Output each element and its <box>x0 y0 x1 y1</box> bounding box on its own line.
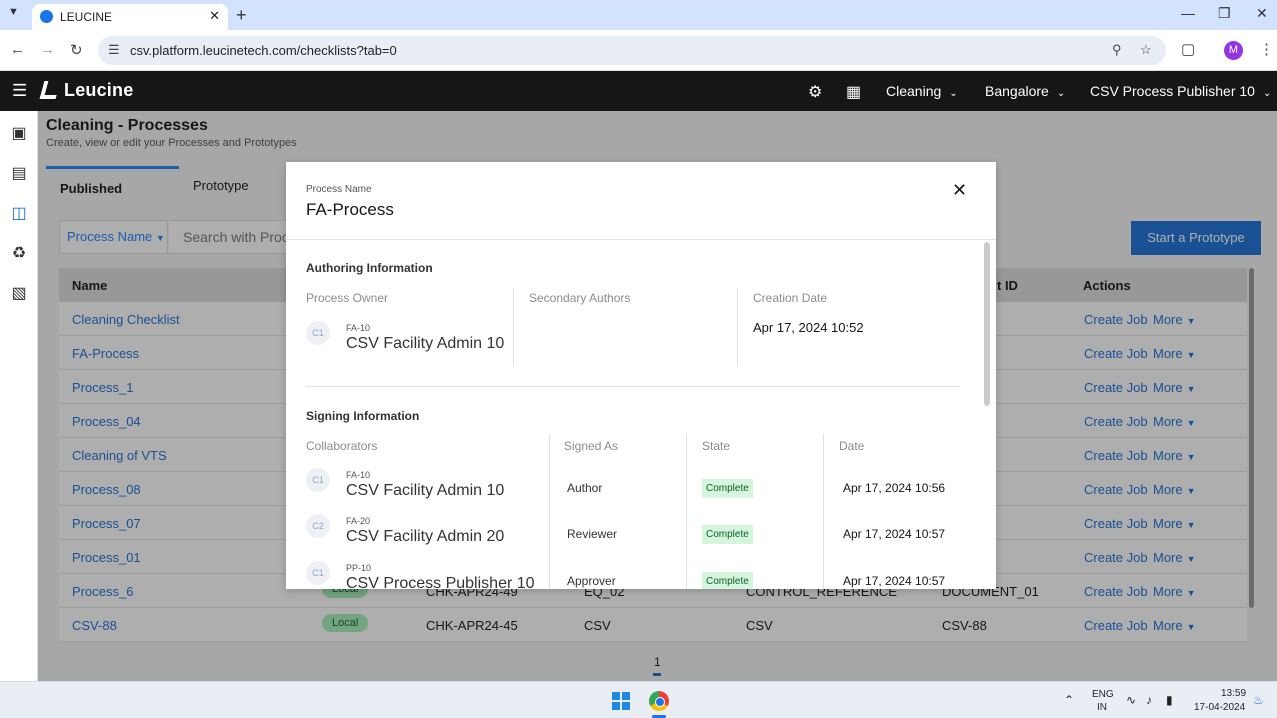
signed-date: Apr 17, 2024 10:57 <box>843 574 946 588</box>
state-column-header: State <box>702 439 731 453</box>
avatar: C1 <box>306 321 330 345</box>
collaborator-id: FA-20 <box>346 516 371 526</box>
tab-search-icon[interactable]: ▼ <box>8 6 19 18</box>
language-bottom[interactable]: IN <box>1097 702 1107 713</box>
clock-time[interactable]: 13:59 <box>1221 688 1246 699</box>
status-badge: Complete <box>702 479 753 498</box>
owner-name: CSV Facility Admin 10 <box>346 335 505 352</box>
creation-date-label: Creation Date <box>753 291 828 305</box>
new-tab-icon[interactable]: + <box>236 5 247 26</box>
browser-menu-icon[interactable]: ⋮ <box>1259 40 1274 58</box>
notification-bell-icon[interactable]: ♨ <box>1253 693 1264 707</box>
secondary-authors-label: Secondary Authors <box>529 291 631 305</box>
collaborator-name: CSV Facility Admin 20 <box>346 528 505 545</box>
profile-avatar[interactable]: M <box>1224 41 1243 60</box>
process-info-modal: Process Name FA-Process ✕ Authoring Info… <box>286 162 996 589</box>
status-badge: Complete <box>702 572 753 589</box>
status-badge: Complete <box>702 525 753 544</box>
omnibox[interactable]: ☰ csv.platform.leucinetech.com/checklist… <box>98 36 1166 65</box>
favicon-icon <box>40 10 53 23</box>
chrome-icon[interactable] <box>649 691 669 711</box>
column-divider <box>549 434 550 589</box>
signed-as-value: Author <box>567 481 603 495</box>
maximize-icon[interactable]: ❐ <box>1218 5 1231 22</box>
site-info-icon[interactable]: ☰ <box>108 42 120 58</box>
settings-gear-icon[interactable]: ⚙ <box>808 82 822 102</box>
collaborator-id: PP-10 <box>346 563 372 573</box>
signing-heading: Signing Information <box>306 409 420 423</box>
extensions-icon[interactable]: ▢ <box>1181 40 1195 58</box>
forward-icon[interactable]: → <box>40 41 55 58</box>
language-top[interactable]: ENG <box>1092 689 1114 700</box>
creation-date-value: Apr 17, 2024 10:52 <box>753 320 864 335</box>
close-tab-icon[interactable]: ✕ <box>209 8 220 24</box>
browser-tab-strip: ▼ LEUCINE ✕ + — ❐ ✕ <box>0 0 1277 30</box>
close-window-icon[interactable]: ✕ <box>1256 5 1268 22</box>
windows-start-icon[interactable] <box>612 692 630 710</box>
wifi-icon[interactable]: ∿ <box>1126 693 1136 707</box>
browser-tab-title: LEUCINE <box>60 10 113 24</box>
signed-as-value: Reviewer <box>567 527 618 541</box>
signed-date: Apr 17, 2024 10:56 <box>843 481 946 495</box>
modal-scrollbar[interactable] <box>984 242 990 406</box>
process-owner-label: Process Owner <box>306 291 389 305</box>
leucine-logo: Leucine <box>39 80 134 101</box>
logo-text: Leucine <box>64 80 134 100</box>
modal-header-divider <box>286 239 996 240</box>
collaborators-column-header: Collaborators <box>306 439 378 453</box>
inbox-icon[interactable]: ▣ <box>9 123 29 143</box>
app-header: ☰ Leucine ⚙ ▦ Cleaning ⌄ Bangalore ⌄ CSV P… <box>0 71 1277 111</box>
column-divider <box>686 434 687 589</box>
processes-icon[interactable]: ◫ <box>9 203 29 223</box>
use-case-dropdown[interactable]: Cleaning ⌄ <box>886 83 958 99</box>
minimize-icon[interactable]: — <box>1181 5 1195 21</box>
section-divider <box>306 386 960 387</box>
ontology-icon[interactable]: ♻ <box>9 243 29 263</box>
authoring-heading: Authoring Information <box>306 261 433 275</box>
date-column-header: Date <box>839 439 865 453</box>
avatar: C1 <box>306 561 330 585</box>
process-name-label: Process Name <box>306 184 372 195</box>
user-dropdown[interactable]: CSV Process Publisher 10 ⌄ <box>1090 83 1271 99</box>
collaborator-name: CSV Facility Admin 10 <box>346 482 505 499</box>
user-label: CSV Process Publisher 10 <box>1090 83 1255 99</box>
signed-as-value: Approver <box>567 574 616 588</box>
chevron-down-icon: ⌄ <box>1056 88 1066 99</box>
collaborator-id: FA-10 <box>346 470 371 480</box>
battery-icon[interactable]: ▮ <box>1166 693 1173 707</box>
avatar: C1 <box>306 468 330 492</box>
signed-as-column-header: Signed As <box>564 439 619 453</box>
show-hidden-icons-icon[interactable]: ⌃ <box>1064 693 1074 707</box>
address-bar-row: ← → ↻ ☰ csv.platform.leucinetech.com/che… <box>0 30 1277 71</box>
reload-icon[interactable]: ↻ <box>70 41 83 59</box>
left-nav-rail: ▣ ▤ ◫ ♻ ▧ <box>0 111 38 681</box>
checklist-icon[interactable]: ▤ <box>9 163 29 183</box>
chevron-down-icon: ⌄ <box>1262 88 1272 99</box>
windows-taskbar: ⌃ ENG IN ∿ ♪ ▮ 13:59 17-04-2024 ♨ <box>0 681 1277 718</box>
facility-label: Bangalore <box>985 83 1049 99</box>
column-divider <box>513 288 514 366</box>
bookmark-star-icon[interactable]: ☆ <box>1140 42 1152 58</box>
facility-dropdown[interactable]: Bangalore ⌄ <box>985 83 1065 99</box>
back-icon[interactable]: ← <box>10 41 25 58</box>
owner-id: FA-10 <box>346 323 371 333</box>
leucine-logo-mark <box>39 81 61 99</box>
process-name-title: FA-Process <box>306 200 394 219</box>
column-divider <box>823 434 824 589</box>
hamburger-menu-icon[interactable]: ☰ <box>12 81 27 101</box>
use-case-label: Cleaning <box>886 83 942 99</box>
password-key-icon[interactable]: ⚲ <box>1112 42 1122 58</box>
reports-icon[interactable]: ▧ <box>9 283 29 303</box>
volume-icon[interactable]: ♪ <box>1146 693 1152 707</box>
signed-date: Apr 17, 2024 10:57 <box>843 527 946 541</box>
scan-icon[interactable]: ▦ <box>846 82 861 102</box>
column-divider <box>737 288 738 366</box>
close-icon[interactable]: ✕ <box>952 180 967 201</box>
browser-tab[interactable]: LEUCINE ✕ <box>32 4 228 30</box>
avatar: C2 <box>306 514 330 538</box>
collaborator-name: CSV Process Publisher 10 <box>346 575 535 589</box>
url-text[interactable]: csv.platform.leucinetech.com/checklists?… <box>130 43 397 58</box>
chevron-down-icon: ⌄ <box>949 88 958 99</box>
clock-date[interactable]: 17-04-2024 <box>1194 702 1245 713</box>
